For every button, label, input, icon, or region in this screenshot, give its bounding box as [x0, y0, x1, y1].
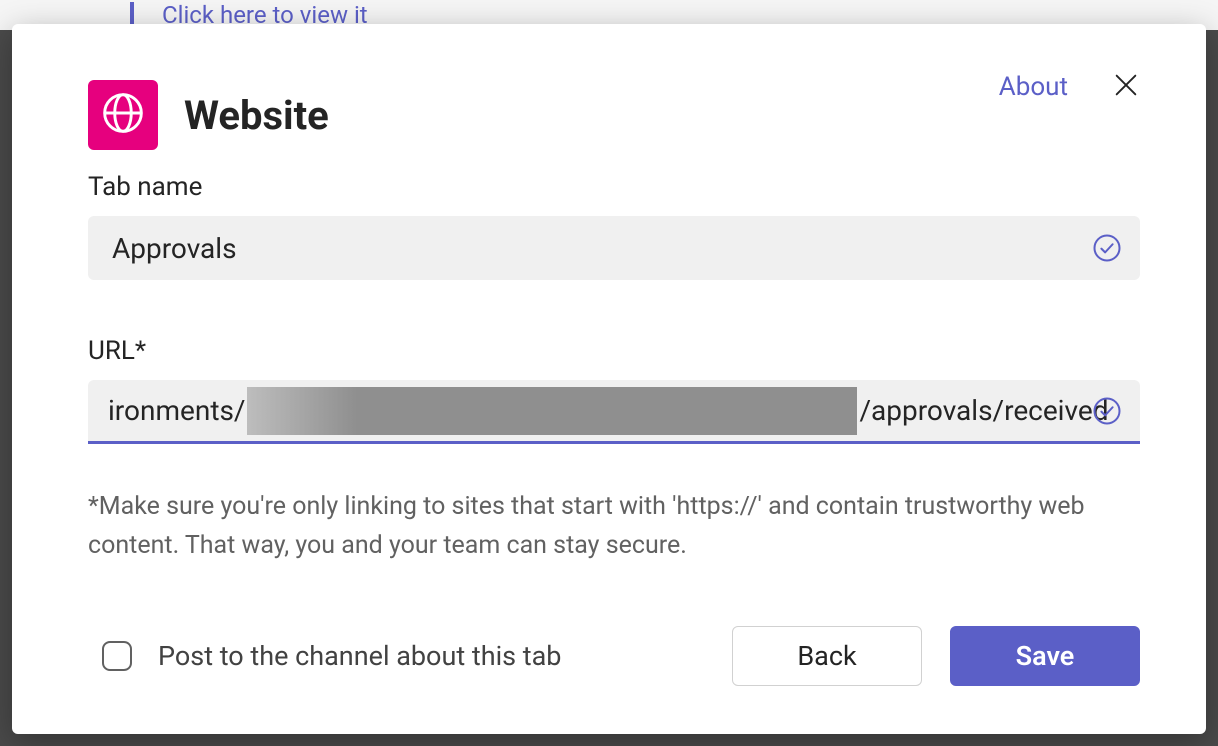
close-button[interactable]	[1112, 73, 1140, 101]
back-button[interactable]: Back	[732, 626, 922, 686]
post-to-channel-label: Post to the channel about this tab	[158, 640, 561, 672]
url-value-suffix: /approvals/received	[859, 394, 1108, 427]
dialog-footer: Post to the channel about this tab Back …	[88, 626, 1140, 686]
url-redacted-segment	[247, 387, 857, 435]
post-to-channel-checkbox[interactable]	[102, 641, 132, 671]
dialog-header: Website About	[88, 80, 1140, 150]
url-label: URL*	[88, 336, 1140, 366]
website-tab-dialog: Website About Tab name URL* ironme	[12, 24, 1206, 734]
tab-name-field-wrap	[88, 216, 1140, 280]
tab-name-label: Tab name	[88, 172, 1140, 202]
dialog-actions: Back Save	[732, 626, 1140, 686]
close-icon	[1112, 71, 1140, 103]
website-app-icon	[88, 80, 158, 150]
dialog-title: Website	[184, 92, 329, 139]
globe-icon	[101, 91, 145, 139]
post-to-channel-option[interactable]: Post to the channel about this tab	[102, 640, 561, 672]
checkmark-circle-icon	[1092, 396, 1122, 426]
checkmark-circle-icon	[1092, 233, 1122, 263]
url-help-text: *Make sure you're only linking to sites …	[88, 488, 1140, 566]
save-button[interactable]: Save	[950, 626, 1140, 686]
tab-name-input[interactable]	[88, 216, 1140, 280]
url-input[interactable]: ironments/ /approvals/received	[88, 380, 1140, 444]
url-value-prefix: ironments/	[108, 394, 245, 427]
about-link[interactable]: About	[999, 72, 1068, 102]
